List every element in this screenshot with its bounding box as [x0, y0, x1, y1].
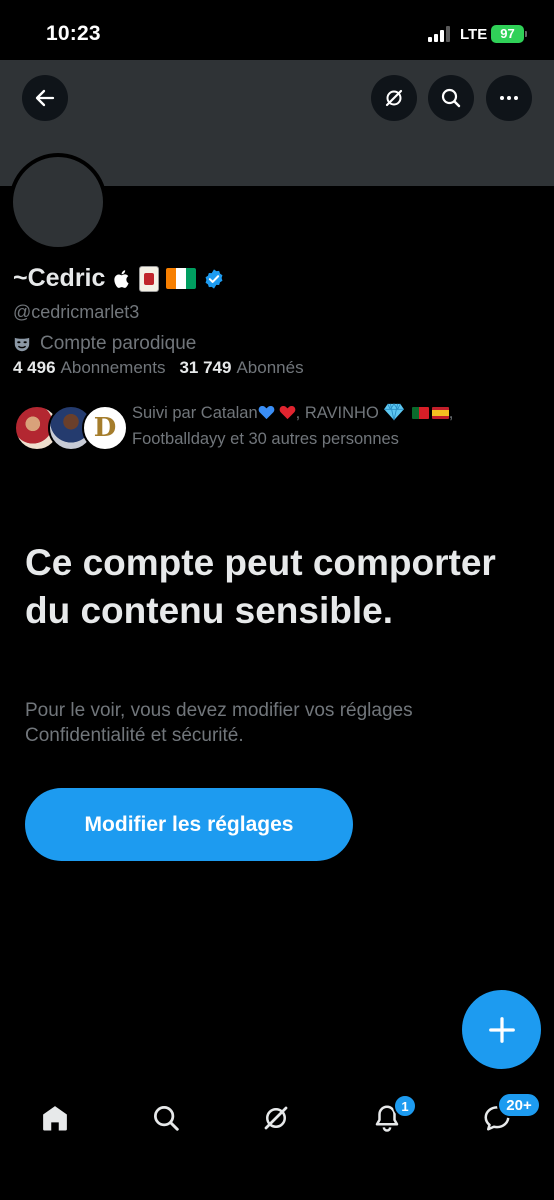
home-icon — [43, 1106, 67, 1131]
compose-button[interactable] — [462, 990, 541, 1069]
flag-spain-icon — [431, 407, 449, 419]
status-bar: 10:23 LTE 97 — [0, 0, 554, 60]
nav-search[interactable] — [141, 1098, 191, 1138]
flag-portugal-icon — [411, 407, 429, 419]
search-icon — [154, 1106, 179, 1131]
followed-by-text[interactable]: Suivi par Catalan , RAVINHO, Footballdayy… — [132, 400, 532, 452]
sensitive-description: Pour le voir, vous devez modifier vos ré… — [25, 700, 413, 746]
grok-icon — [264, 1106, 288, 1130]
search-button[interactable] — [428, 75, 474, 121]
followed-by-line2: Footballdayy et 30 autres personnes — [132, 430, 399, 448]
display-name: ~Cedric — [13, 264, 225, 293]
nav-grok[interactable] — [251, 1098, 301, 1138]
followed-by-avatars[interactable]: D — [14, 405, 128, 453]
notifications-badge: 1 — [393, 1094, 417, 1118]
avatar[interactable] — [9, 153, 107, 251]
nav-home[interactable] — [30, 1098, 80, 1138]
name-emojis — [113, 265, 225, 292]
grok-icon — [385, 89, 403, 107]
messages-badge: 20+ — [497, 1092, 541, 1118]
following-count[interactable]: 4 496 — [13, 358, 56, 378]
search-icon — [441, 88, 461, 108]
signal-icon — [428, 26, 454, 42]
followed-by-middle: , RAVINHO — [295, 404, 379, 422]
network-label: LTE — [460, 26, 488, 43]
followers-label[interactable]: Abonnés — [236, 358, 303, 378]
bottom-nav: 1 20+ — [0, 1080, 554, 1200]
battery-cap — [525, 31, 527, 37]
display-name-text: ~Cedric — [13, 264, 106, 292]
back-button[interactable] — [22, 75, 68, 121]
plus-icon — [488, 1016, 515, 1043]
following-label[interactable]: Abonnements — [61, 358, 166, 378]
followed-by-prefix: Suivi par Catalan — [132, 404, 258, 422]
verified-badge-icon — [205, 268, 223, 289]
follower-avatar: D — [82, 405, 128, 451]
blue-heart-icon — [258, 405, 274, 420]
status-time: 10:23 — [46, 22, 101, 45]
red-heart-icon — [279, 405, 295, 420]
followed-by-suffix: , — [448, 404, 454, 422]
battery-icon: 97 — [491, 25, 524, 43]
followers-count[interactable]: 31 749 — [179, 358, 231, 378]
sensitive-title: Ce compte peut comporter du contenu sens… — [25, 542, 496, 631]
parody-label: Compte parodique — [40, 333, 197, 354]
parody-label-row: Compte parodique — [13, 333, 196, 355]
apple-logo-icon — [114, 269, 129, 288]
flag-cote-divoire-icon — [166, 268, 197, 289]
mahjong-tile-icon — [139, 265, 160, 292]
profile-handle: @cedricmarlet3 — [13, 302, 140, 322]
grok-button[interactable] — [371, 75, 417, 121]
more-horizontal-icon — [500, 96, 518, 100]
arrow-left-icon — [35, 89, 55, 107]
gem-icon — [383, 403, 404, 421]
theater-mask-icon — [14, 337, 30, 352]
modify-settings-button[interactable]: Modifier les réglages — [25, 788, 353, 861]
follow-stats: 4 496 Abonnements 31 749 Abonnés — [13, 358, 304, 378]
follower-avatar-letter: D — [93, 413, 117, 443]
more-button[interactable] — [486, 75, 532, 121]
